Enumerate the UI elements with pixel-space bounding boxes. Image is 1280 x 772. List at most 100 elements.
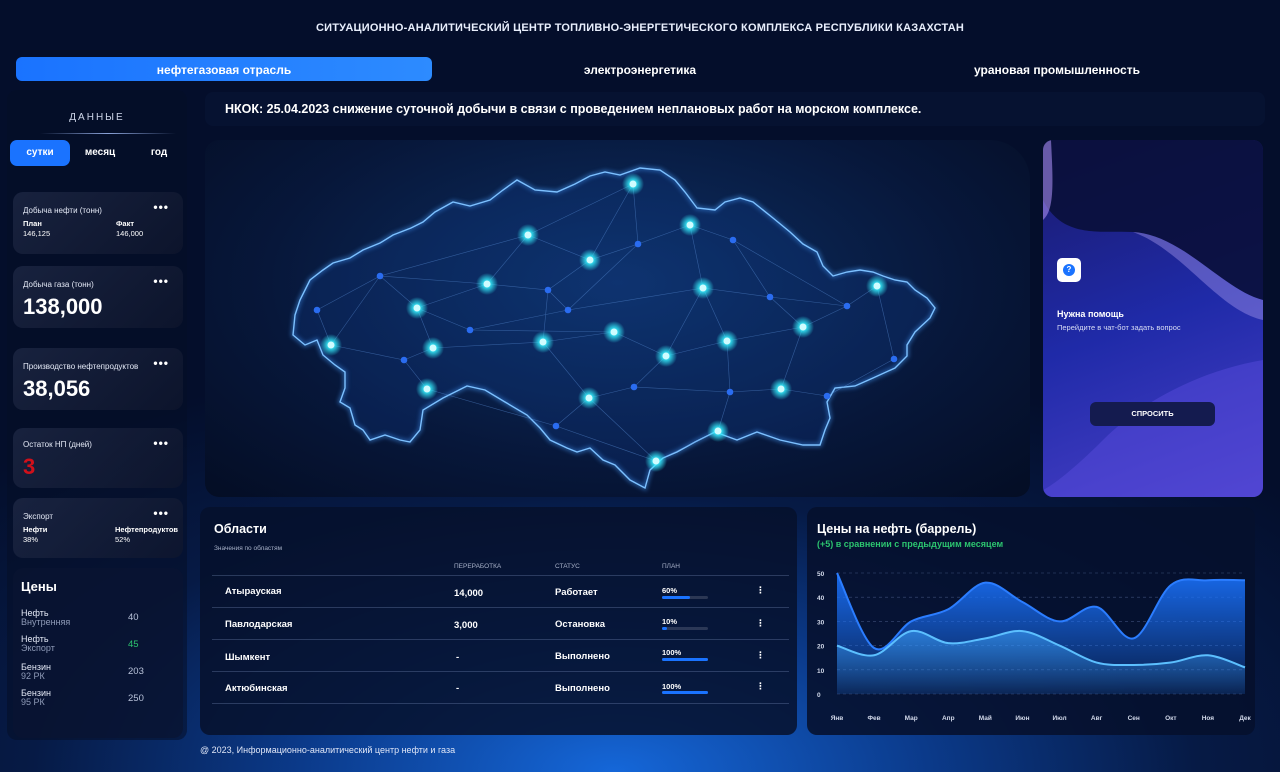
y-tick-label: 20	[817, 644, 825, 651]
fact-value: 146,000	[116, 229, 144, 238]
more-icon[interactable]: •••	[153, 436, 169, 450]
region-name: Шымкент	[225, 652, 271, 663]
news-banner: НКОК: 25.04.2023 снижение суточной добыч…	[205, 92, 1265, 126]
plan-progress-fill	[662, 691, 708, 694]
oil-production-card[interactable]: Добыча нефти (тонн) ••• План 146,125 Фак…	[13, 192, 183, 254]
y-tick-label: 10	[817, 668, 825, 675]
fact-label: Факт	[116, 219, 134, 228]
x-tick-label: Авг	[1091, 715, 1103, 722]
card-label: Остаток НП (дней)	[23, 440, 92, 449]
region-processing: -	[456, 683, 460, 694]
x-tick-label: Июл	[1052, 715, 1066, 722]
price-item: Нефть Экспорт	[21, 635, 55, 653]
regions-panel: Области Значения по областям ПЕРЕРАБОТКА…	[200, 507, 797, 735]
footer-copyright: @ 2023, Информационно-аналитический цент…	[200, 745, 456, 755]
products-card[interactable]: Производство нефтепродуктов ••• 38,056	[13, 348, 183, 410]
network-node	[699, 284, 707, 292]
network-node	[634, 240, 642, 248]
row-menu-icon[interactable]: ⋮	[756, 618, 765, 629]
row-menu-icon[interactable]: ⋮	[756, 650, 765, 661]
network-node	[726, 388, 734, 396]
plan-progress-bar	[662, 627, 708, 630]
tab-uranium[interactable]: урановая промышленность	[848, 57, 1266, 81]
help-title: Нужна помощь	[1057, 309, 1124, 319]
price-value: 250	[128, 693, 144, 704]
y-tick-label: 30	[817, 619, 825, 626]
y-tick-label: 40	[817, 595, 825, 602]
network-node	[400, 356, 408, 364]
tab-oil-gas[interactable]: нефтегазовая отрасль	[16, 57, 432, 81]
price-sub: Внутренняя	[21, 617, 71, 627]
prices-heading: Цены	[21, 579, 57, 594]
products-value: 38,056	[23, 376, 91, 401]
network-node	[413, 304, 421, 312]
x-tick-label: Фев	[868, 715, 881, 722]
export-card[interactable]: Экспорт ••• Нефти 38% Нефтепродуктов 52%	[13, 498, 183, 558]
ask-button[interactable]: СПРОСИТЬ	[1090, 402, 1215, 426]
network-node	[729, 236, 737, 244]
x-tick-label: Окт	[1165, 715, 1177, 722]
x-tick-label: Мар	[905, 715, 918, 722]
card-label: Экспорт	[23, 512, 54, 521]
gas-production-card[interactable]: Добыча газа (тонн) ••• 138,000	[13, 266, 183, 328]
plan-percent: 60%	[662, 586, 678, 595]
column-header: ПЕРЕРАБОТКА	[454, 563, 502, 570]
divider	[212, 639, 789, 640]
divider	[212, 671, 789, 672]
network-node	[483, 280, 491, 288]
period-month-button[interactable]: месяц	[72, 140, 128, 166]
plan-progress-bar	[662, 658, 708, 661]
kazakhstan-map[interactable]	[205, 140, 1030, 497]
y-tick-label: 50	[817, 571, 825, 578]
more-icon[interactable]: •••	[153, 200, 169, 214]
network-node	[423, 385, 431, 393]
plan-label: План	[23, 219, 42, 228]
more-icon[interactable]: •••	[153, 356, 169, 370]
plan-progress-bar	[662, 596, 708, 599]
card-label: Производство нефтепродуктов	[23, 362, 139, 371]
more-icon[interactable]: •••	[153, 506, 169, 520]
network-node	[610, 328, 618, 336]
card-label: Добыча нефти (тонн)	[23, 206, 102, 215]
help-panel: ? Нужна помощь Перейдите в чат-бот задат…	[1043, 140, 1263, 497]
more-icon[interactable]: •••	[153, 274, 169, 288]
x-tick-label: Сен	[1128, 715, 1140, 722]
network-node	[662, 352, 670, 360]
region-status: Выполнено	[555, 683, 610, 694]
network-node	[552, 422, 560, 430]
plan-progress-fill	[662, 658, 708, 661]
network-node	[652, 457, 660, 465]
column-header: СТАТУС	[555, 563, 580, 570]
row-menu-icon[interactable]: ⋮	[756, 585, 765, 596]
x-tick-label: Июн	[1015, 715, 1029, 722]
price-value: 40	[128, 612, 139, 623]
export-products-label: Нефтепродуктов	[115, 525, 179, 534]
tab-electricity[interactable]: электроэнергетика	[432, 57, 848, 81]
network-node	[766, 293, 774, 301]
stock-card[interactable]: Остаток НП (дней) ••• 3	[13, 428, 183, 488]
region-name: Актюбинская	[225, 683, 288, 694]
network-node	[777, 385, 785, 393]
price-item: Нефть Внутренняя	[21, 609, 70, 627]
region-status: Остановка	[555, 619, 606, 630]
network-node	[327, 341, 335, 349]
x-tick-label: Май	[979, 714, 992, 722]
row-menu-icon[interactable]: ⋮	[756, 681, 765, 692]
period-year-button[interactable]: год	[132, 140, 186, 166]
export-products-value: 52%	[115, 535, 131, 544]
oil-price-panel: Цены на нефть (баррель) (+5) в сравнении…	[807, 507, 1255, 735]
oil-price-chart: 50 40 30 20 10 0 Янв Фев Мар Апр Май Июн Июл Авг Сен Ок…	[817, 571, 1252, 722]
price-sub: 95 РК	[21, 697, 45, 707]
region-status: Работает	[555, 587, 598, 598]
network-node	[873, 282, 881, 290]
regions-subtitle: Значения по областям	[214, 545, 283, 552]
divider	[212, 575, 789, 576]
region-processing: -	[456, 652, 460, 663]
export-oil-value: 38%	[23, 535, 39, 544]
region-name: Павлодарская	[225, 619, 293, 630]
plan-progress-bar	[662, 691, 708, 694]
export-oil-label: Нефти	[23, 525, 48, 534]
price-item: Бензин 95 РК	[21, 689, 51, 707]
period-day-button[interactable]: сутки	[10, 140, 70, 166]
network-node	[564, 306, 572, 314]
